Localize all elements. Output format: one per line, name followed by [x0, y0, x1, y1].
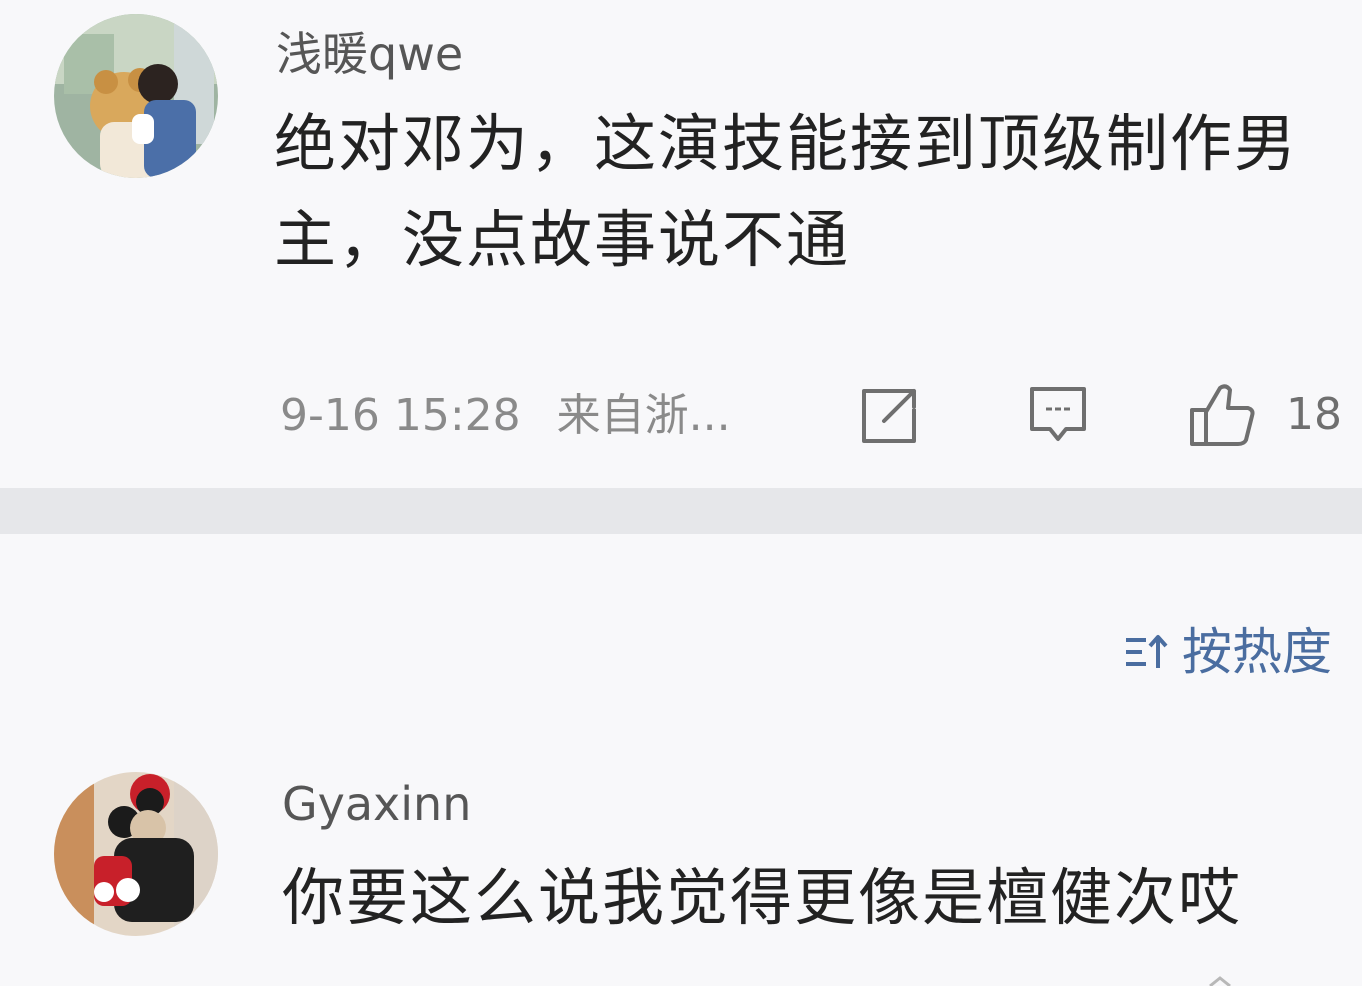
post-content: 绝对邓为，这演技能接到顶级制作男 主，没点故事说不通 — [274, 96, 1344, 288]
comment-content: 你要这么说我觉得更像是檀健次哎 — [282, 861, 1243, 934]
section-divider — [0, 488, 1362, 534]
comment-icon — [1030, 387, 1086, 441]
sort-label: 按热度 — [1182, 623, 1332, 681]
avatar[interactable] — [54, 772, 218, 936]
repost-button[interactable] — [858, 382, 922, 448]
like-count: 18 — [1286, 389, 1342, 440]
avatar-image — [54, 14, 218, 178]
post-time: 9-16 15:28 — [280, 390, 521, 441]
sort-by-hot-button[interactable]: 按热度 — [1124, 622, 1332, 682]
avatar[interactable] — [54, 14, 218, 178]
post-content-line: 绝对邓为，这演技能接到顶级制作男 — [274, 107, 1299, 180]
post-card: 浅暖qwe 绝对邓为，这演技能接到顶级制作男 主，没点故事说不通 9-16 15… — [0, 0, 1362, 488]
post-source: 来自浙... — [556, 390, 731, 441]
repost-icon — [862, 389, 916, 443]
avatar-image — [54, 772, 218, 936]
comment-username[interactable]: Gyaxinn — [282, 776, 471, 832]
chevron-up-icon — [1209, 976, 1231, 986]
comment-button[interactable] — [1026, 382, 1090, 448]
thumbs-up-icon — [1190, 384, 1255, 446]
post-content-line: 主，没点故事说不通 — [274, 203, 851, 276]
post-meta: 9-16 15:28 来自浙... — [280, 386, 731, 446]
sort-icon — [1126, 635, 1168, 668]
post-username[interactable]: 浅暖qwe — [276, 26, 463, 82]
like-button[interactable]: 18 — [1188, 382, 1342, 448]
